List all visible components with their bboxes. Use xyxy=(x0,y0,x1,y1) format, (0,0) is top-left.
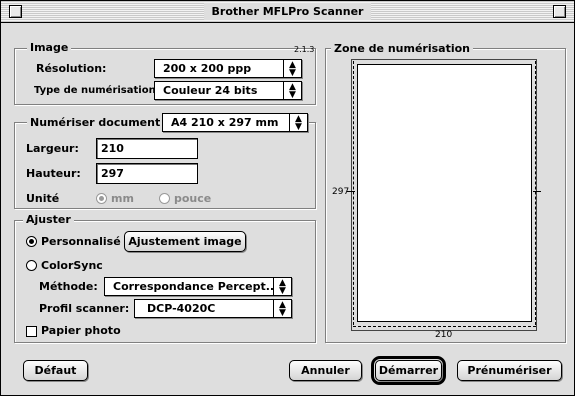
image-adjust-button[interactable]: Ajustement image xyxy=(124,231,246,252)
resolution-value: 200 x 200 ppp xyxy=(163,62,252,75)
adjust-group-label: Ajuster xyxy=(23,213,74,227)
photo-paper-label: Papier photo xyxy=(41,324,121,337)
profile-label: Profil scanner: xyxy=(39,302,130,315)
prescan-button[interactable]: Prénumériser xyxy=(457,360,562,381)
up-down-arrows-icon: ▲ ▼ xyxy=(273,300,291,317)
scan-guide-left xyxy=(353,61,354,325)
height-field[interactable]: 297 xyxy=(96,163,198,184)
scan-height-mark: 297 xyxy=(332,187,350,197)
profile-value: DCP-4020C xyxy=(147,302,216,315)
document-label: Numériser document xyxy=(27,116,164,130)
width-field[interactable]: 210 xyxy=(96,138,198,159)
scan-type-value: Couleur 24 bits xyxy=(163,84,258,97)
height-label: Hauteur: xyxy=(26,167,81,180)
custom-radio[interactable] xyxy=(26,236,37,247)
title-bar[interactable]: Brother MFLPro Scanner xyxy=(1,1,574,23)
colorsync-label: ColorSync xyxy=(41,259,103,272)
image-group-label: Image xyxy=(27,41,72,55)
zoom-box[interactable] xyxy=(553,5,566,18)
scanner-window: Brother MFLPro Scanner Image 2.1.3 Résol… xyxy=(0,0,575,396)
unit-mm-radio[interactable] xyxy=(96,193,107,204)
unit-mm-label: mm xyxy=(111,192,134,205)
unit-inch-label: pouce xyxy=(174,192,212,205)
start-button[interactable]: Démarrer xyxy=(371,356,446,385)
scan-width-mark: 210 xyxy=(435,330,453,340)
scan-type-popup[interactable]: Couleur 24 bits ▲ ▼ xyxy=(154,81,302,100)
up-down-arrows-icon: ▲ ▼ xyxy=(283,60,301,77)
default-button[interactable]: Défaut xyxy=(23,360,88,381)
version-label: 2.1.3 xyxy=(294,45,315,54)
width-label: Largeur: xyxy=(26,142,79,155)
up-down-arrows-icon: ▲ ▼ xyxy=(289,114,307,131)
method-value: Correspondance Percept... xyxy=(113,280,279,293)
scan-type-label: Type de numérisation: xyxy=(34,85,160,96)
height-tick-right xyxy=(533,191,541,192)
cancel-button[interactable]: Annuler xyxy=(289,360,362,381)
unit-inch-radio[interactable] xyxy=(159,193,170,204)
resolution-label: Résolution: xyxy=(36,62,107,75)
document-size-popup[interactable]: A4 210 x 297 mm ▲ ▼ xyxy=(162,113,308,132)
method-label: Méthode: xyxy=(39,280,98,293)
up-down-arrows-icon: ▲ ▼ xyxy=(283,82,301,99)
up-down-arrows-icon: ▲ ▼ xyxy=(273,278,291,295)
resolution-popup[interactable]: 200 x 200 ppp ▲ ▼ xyxy=(154,59,302,78)
method-popup[interactable]: Correspondance Percept... ▲ ▼ xyxy=(104,277,292,296)
unit-label: Unité xyxy=(26,192,60,205)
scan-guide-bottom xyxy=(353,326,536,327)
close-box[interactable] xyxy=(9,5,22,18)
profile-popup[interactable]: DCP-4020C ▲ ▼ xyxy=(134,299,292,318)
custom-label: Personnalisé xyxy=(41,235,121,248)
document-size-value: A4 210 x 297 mm xyxy=(171,116,279,129)
window-title: Brother MFLPro Scanner xyxy=(203,3,372,20)
scan-guide-right xyxy=(535,61,536,325)
scan-preview-page[interactable] xyxy=(357,64,532,322)
colorsync-radio[interactable] xyxy=(26,260,37,271)
scan-area-label: Zone de numérisation xyxy=(331,42,473,56)
photo-paper-checkbox[interactable] xyxy=(26,326,37,337)
